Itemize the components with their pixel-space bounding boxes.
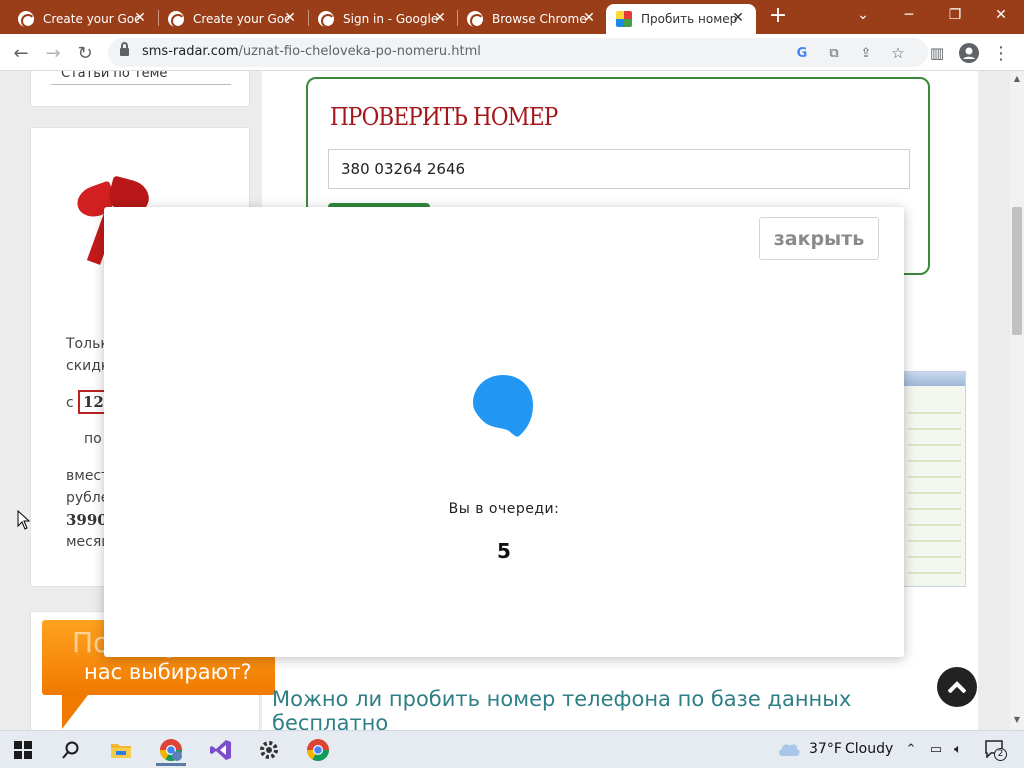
chevron-up-tray-icon[interactable]: ⌃ (902, 740, 920, 758)
reload-icon[interactable]: ↻ (72, 40, 98, 66)
scroll-to-top-button[interactable] (937, 667, 977, 707)
loading-spinner-icon (473, 375, 533, 437)
file-explorer-icon[interactable] (100, 734, 142, 766)
url-host: sms-radar.com (142, 44, 239, 59)
site-favicon-icon (616, 11, 632, 27)
google-favicon-icon (318, 11, 335, 28)
browser-tab[interactable]: Create your Goo ✕ (8, 4, 158, 34)
weather-description[interactable]: Cloudy (845, 741, 893, 757)
bookmark-star-icon[interactable]: ☆ (888, 43, 908, 63)
tab-search-chevron-icon[interactable]: ⌄ (840, 0, 886, 30)
window-close-button[interactable]: ✕ (978, 0, 1024, 30)
new-tab-button[interactable]: + (766, 5, 790, 29)
tab-title: Browse Chrome (492, 12, 587, 26)
browser-tab-strip: Create your Goo ✕ Create your Goo ✕ Sign… (0, 0, 1024, 34)
queue-label: Вы в очереди: (448, 501, 560, 517)
tab-close-icon[interactable]: ✕ (132, 10, 148, 26)
cloud-weather-icon[interactable] (776, 740, 802, 758)
google-favicon-icon (168, 11, 185, 28)
weather-temperature[interactable]: 37°F (809, 741, 842, 757)
translate-icon[interactable]: ⧉ (824, 43, 844, 63)
browser-tab[interactable]: Create your Goo ✕ (158, 4, 308, 34)
visual-studio-icon[interactable] (200, 734, 242, 766)
notification-center-icon[interactable]: 2 (982, 740, 1008, 761)
tab-close-icon[interactable]: ✕ (432, 10, 448, 26)
queue-modal: закрыть Вы в очереди: 5 (104, 207, 904, 657)
back-arrow-icon[interactable]: ← (8, 40, 34, 66)
page-scrollbar[interactable]: ▲ ▼ (1010, 71, 1024, 730)
scroll-down-arrow-icon[interactable]: ▼ (1010, 712, 1024, 726)
restore-button[interactable]: ❐ (932, 0, 978, 30)
google-favicon-icon (18, 11, 35, 28)
chevron-up-icon (948, 681, 966, 693)
minimize-button[interactable]: ─ (886, 0, 932, 30)
tab-title: Create your Goo (43, 12, 139, 26)
web-page: Статьи по теме Тольк скидк с 12 по вмест… (0, 71, 1010, 730)
tab-title: Sign in - Google (343, 12, 439, 26)
scroll-up-arrow-icon[interactable]: ▲ (1010, 71, 1024, 85)
scroll-thumb[interactable] (1012, 207, 1022, 335)
tab-close-icon[interactable]: ✕ (282, 10, 298, 26)
tab-title: Пробить номер (641, 12, 737, 26)
browser-tab[interactable]: Browse Chrome ✕ (457, 4, 607, 34)
share-icon[interactable]: ⇪ (856, 43, 876, 63)
address-bar[interactable]: sms-radar.com/uznat-fio-cheloveka-po-nom… (108, 38, 928, 67)
side-panel-icon[interactable]: ▥ (924, 40, 950, 66)
modal-overlay: закрыть Вы в очереди: 5 (0, 71, 1010, 730)
chrome-menu-icon[interactable]: ⋮ (988, 40, 1014, 66)
windows-start-icon[interactable] (2, 734, 44, 766)
windows-taskbar: 37°F Cloudy ⌃ ▭ 🔈︎ 2 (0, 730, 1024, 768)
tab-title: Create your Goo (193, 12, 289, 26)
tab-close-icon[interactable]: ✕ (730, 10, 746, 26)
search-icon[interactable] (50, 734, 92, 766)
google-lens-icon[interactable]: G (792, 43, 812, 63)
browser-tab[interactable]: Sign in - Google ✕ (308, 4, 458, 34)
chrome-profile-taskbar-icon[interactable] (150, 734, 192, 766)
queue-position: 5 (497, 539, 511, 563)
lock-icon[interactable] (120, 42, 129, 57)
url-text[interactable]: sms-radar.com/uznat-fio-cheloveka-po-nom… (142, 44, 481, 59)
browser-toolbar: ← → ↻ sms-radar.com/uznat-fio-cheloveka-… (0, 34, 1024, 71)
settings-gear-icon[interactable] (248, 734, 290, 766)
notification-count-badge: 2 (994, 748, 1007, 761)
speaker-icon[interactable]: 🔈︎ (949, 740, 967, 758)
url-path: /uznat-fio-cheloveka-po-nomeru.html (238, 44, 481, 59)
forward-arrow-icon[interactable]: → (40, 40, 66, 66)
network-icon[interactable]: ▭ (927, 740, 945, 758)
tab-close-icon[interactable]: ✕ (581, 10, 597, 26)
browser-tab-active[interactable]: Пробить номер ✕ (606, 4, 756, 34)
chrome-taskbar-icon[interactable] (297, 734, 339, 766)
google-favicon-icon (467, 11, 484, 28)
profile-avatar-icon[interactable] (956, 40, 982, 66)
mouse-cursor-icon (17, 510, 31, 530)
close-modal-button[interactable]: закрыть (759, 217, 879, 260)
